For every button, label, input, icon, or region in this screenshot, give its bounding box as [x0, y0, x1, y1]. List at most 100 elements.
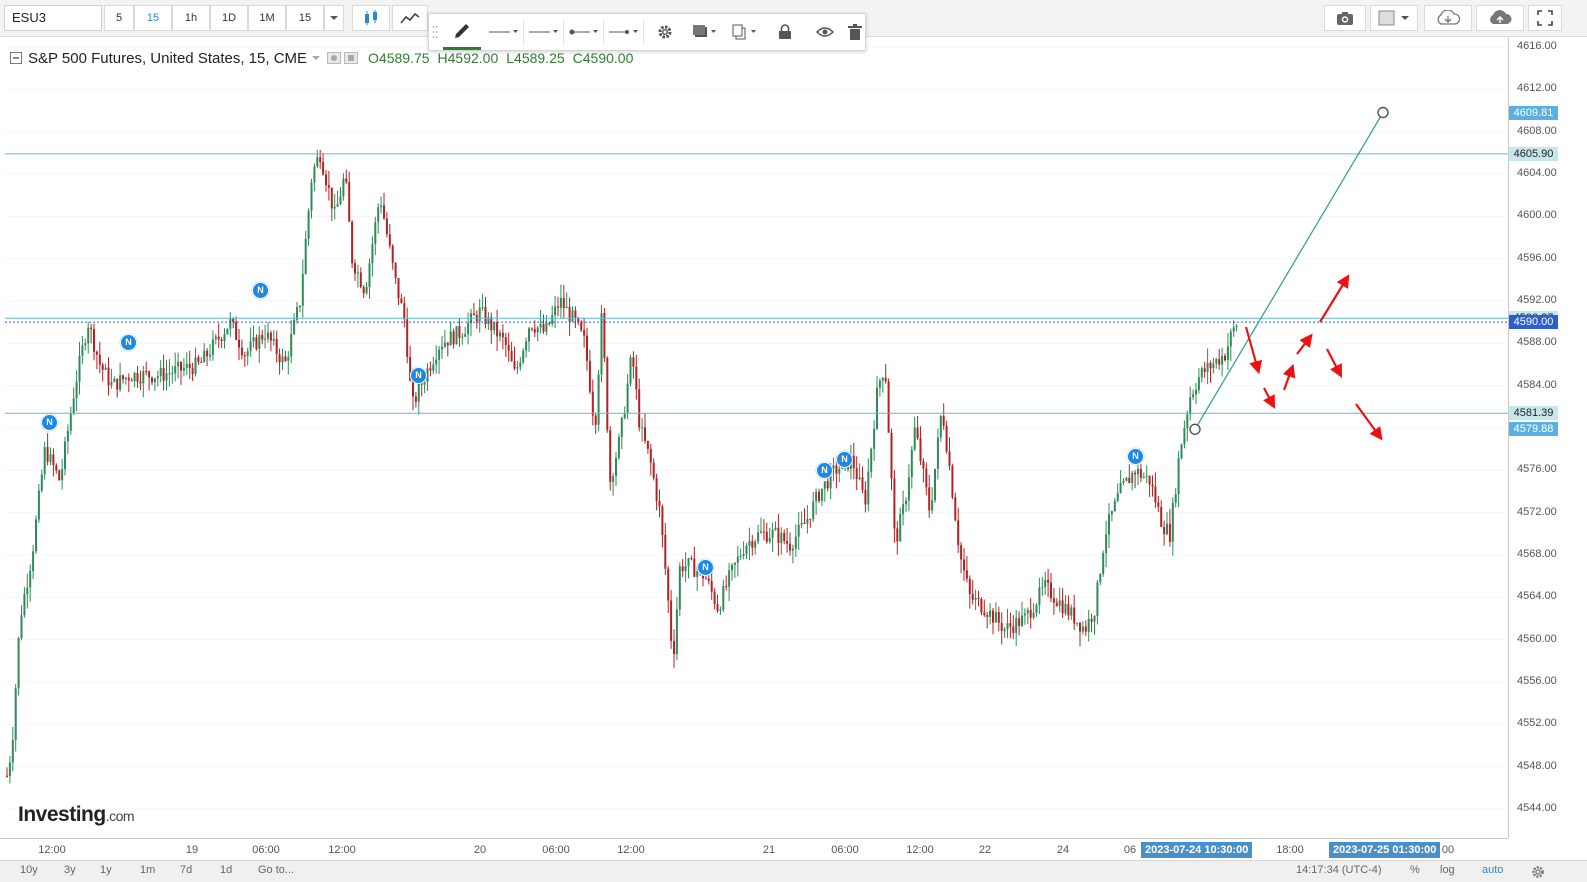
range-7d[interactable]: 7d: [180, 864, 192, 876]
lock-button[interactable]: [765, 14, 805, 50]
news-marker[interactable]: N: [120, 334, 137, 351]
chart-area[interactable]: [5, 38, 1508, 838]
timeframe-5[interactable]: 5: [104, 5, 134, 31]
delete-button[interactable]: [845, 14, 865, 50]
candle-body: [180, 361, 182, 371]
candle-body: [124, 377, 127, 380]
time-crosshair-tag-start: 2023-07-24 10:30:00: [1141, 842, 1253, 858]
settings-square-icon[interactable]: [327, 52, 342, 64]
candle-body: [594, 415, 597, 425]
timeframe-1m[interactable]: 1M: [248, 5, 286, 31]
timeframe-custom[interactable]: 15: [286, 5, 324, 31]
settings-gear-icon[interactable]: [1531, 865, 1545, 879]
timeframe-1d[interactable]: 1D: [210, 5, 248, 31]
candle-body: [986, 615, 989, 617]
news-marker[interactable]: N: [697, 559, 714, 576]
candle-body: [1128, 477, 1131, 484]
candle-body: [43, 446, 46, 475]
candle-body: [664, 534, 667, 569]
range-1y[interactable]: 1y: [100, 864, 112, 876]
clone-button[interactable]: [725, 14, 765, 50]
candle-body: [522, 350, 525, 363]
ohlc-high: H4592.00: [437, 50, 499, 66]
candle-body: [14, 688, 17, 740]
candle-body: [452, 331, 455, 345]
news-marker[interactable]: N: [1127, 448, 1144, 465]
candle-body: [298, 305, 301, 308]
range-3y[interactable]: 3y: [64, 864, 76, 876]
candle-body: [6, 775, 8, 777]
drag-handle[interactable]: [429, 14, 441, 50]
line-start-button[interactable]: [565, 14, 601, 50]
screenshot-button[interactable]: [1324, 5, 1366, 31]
news-marker[interactable]: N: [816, 462, 833, 479]
candle-body: [95, 351, 98, 355]
timeframe-1h[interactable]: 1h: [172, 5, 210, 31]
candle-body: [423, 381, 426, 385]
line-style-button[interactable]: [525, 14, 561, 50]
timeframe-15[interactable]: 15: [134, 5, 172, 31]
percent-toggle[interactable]: %: [1410, 864, 1420, 876]
candle-body: [182, 367, 185, 371]
color-picker-button[interactable]: [1370, 5, 1418, 31]
candle-body: [278, 354, 281, 363]
news-marker[interactable]: N: [836, 451, 853, 468]
candle-body: [1108, 514, 1110, 535]
range-10y[interactable]: 10y: [20, 864, 38, 876]
candle-body: [928, 487, 931, 511]
price-tick-label: 4552.00: [1517, 717, 1557, 730]
candle-body: [284, 356, 287, 361]
range-1m[interactable]: 1m: [140, 864, 155, 876]
load-chart-button[interactable]: [1424, 5, 1472, 31]
line-color-button[interactable]: [443, 14, 481, 50]
candles-chart-type-button[interactable]: [352, 5, 390, 31]
candle-body: [913, 427, 916, 450]
auto-toggle[interactable]: auto: [1482, 864, 1503, 876]
time-tick-label: 12:00: [38, 844, 66, 856]
fullscreen-button[interactable]: [1528, 5, 1562, 31]
collapse-legend-icon[interactable]: [10, 52, 22, 64]
visibility-button[interactable]: [805, 14, 845, 50]
settings-button[interactable]: [645, 14, 685, 50]
candle-body: [203, 350, 206, 363]
candle-body: [1000, 622, 1003, 631]
symbol-input[interactable]: ESU3: [4, 5, 102, 31]
line-chart-type-button[interactable]: [392, 5, 428, 31]
save-chart-button[interactable]: [1476, 5, 1524, 31]
candle-body: [1064, 603, 1067, 614]
candle-body: [351, 221, 354, 264]
candle-body: [1052, 598, 1055, 603]
news-marker[interactable]: N: [252, 282, 269, 299]
time-axis[interactable]: 12:00 19 06:00 12:00 20 06:00 12:00 21 06:00 12:0…: [0, 838, 1508, 860]
timeframe-dropdown[interactable]: [324, 5, 344, 31]
candle-body: [545, 322, 548, 332]
candle-body: [954, 497, 957, 521]
range-1d[interactable]: 1d: [220, 864, 232, 876]
candle-body: [391, 245, 394, 263]
candle-body: [559, 298, 562, 308]
candle-body: [1070, 607, 1073, 616]
chevron-down-icon[interactable]: [311, 55, 321, 61]
close-square-icon[interactable]: [344, 52, 359, 64]
candle-body: [267, 332, 269, 339]
line-end-button[interactable]: [605, 14, 641, 50]
candle-body: [887, 381, 890, 433]
candle-body: [867, 471, 870, 505]
chart-title[interactable]: S&P 500 Futures, United States, 15, CME: [28, 50, 307, 67]
candle-body: [548, 322, 551, 324]
candle-body: [728, 570, 731, 587]
candle-body: [336, 204, 339, 207]
news-marker[interactable]: N: [410, 367, 427, 384]
candle-body: [574, 310, 577, 319]
log-toggle[interactable]: log: [1440, 864, 1455, 876]
news-marker[interactable]: N: [41, 414, 58, 431]
price-chart[interactable]: [5, 38, 1508, 838]
candle-body: [809, 518, 812, 520]
candle-body: [510, 350, 513, 362]
candle-body: [151, 377, 153, 383]
candle-body: [989, 610, 992, 617]
go-to-date[interactable]: Go to...: [258, 864, 294, 876]
line-width-button[interactable]: [485, 14, 521, 50]
fill-button[interactable]: [685, 14, 725, 50]
candle-body: [684, 566, 687, 572]
